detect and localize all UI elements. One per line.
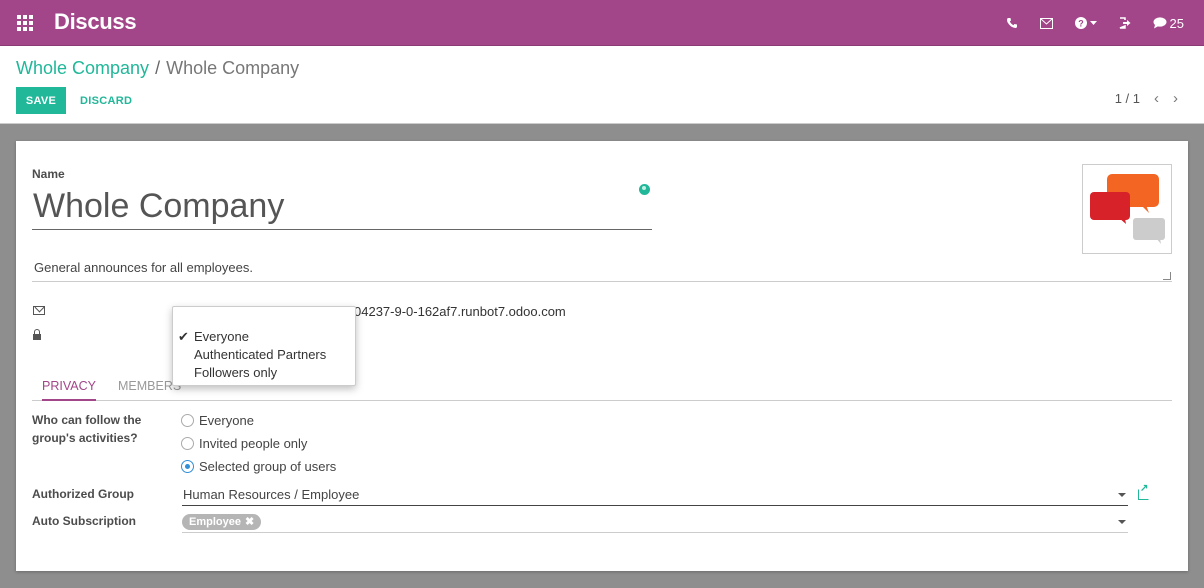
breadcrumb-parent-link[interactable]: Whole Company <box>16 58 149 79</box>
description-text: General announces for all employees. <box>34 260 253 275</box>
logout-icon[interactable] <box>1119 17 1131 29</box>
radio-option-invited[interactable]: Invited people only <box>181 436 307 451</box>
checkmark-icon: ✔ <box>178 329 189 344</box>
translate-globe-icon[interactable] <box>639 184 650 195</box>
radio-button[interactable] <box>181 414 194 427</box>
lock-icon <box>33 329 41 340</box>
tab-privacy[interactable]: PRIVACY <box>42 379 96 401</box>
radio-label: Invited people only <box>199 436 308 451</box>
radio-button[interactable] <box>181 437 194 450</box>
pager-previous-icon[interactable]: ‹ <box>1154 90 1159 107</box>
email-address-value: 04237-9-0-162af7.runbot7.odoo.com <box>354 304 566 319</box>
breadcrumb: Whole Company / Whole Company <box>16 58 299 79</box>
control-panel: Whole Company / Whole Company SAVE DISCA… <box>0 46 1204 124</box>
chat-bubble-icon <box>1153 17 1167 29</box>
phone-icon[interactable] <box>1006 17 1018 29</box>
follow-policy-label: Who can follow the group's activities? <box>32 411 141 447</box>
tag-label: Employee <box>189 516 241 528</box>
discard-button[interactable]: DISCARD <box>74 87 138 114</box>
top-navbar: Discuss ? 25 <box>0 0 1204 46</box>
help-icon: ? <box>1074 17 1087 29</box>
radio-option-selected-group[interactable]: Selected group of users <box>181 459 336 474</box>
name-input[interactable]: Whole Company <box>32 183 652 230</box>
svg-text:?: ? <box>1078 19 1084 29</box>
envelope-icon <box>33 306 45 315</box>
pager: 1 / 1 ‹ › <box>1115 90 1178 107</box>
dropdown-item-followers-only[interactable]: Followers only <box>194 365 277 380</box>
dropdown-item-everyone[interactable]: Everyone <box>194 329 249 344</box>
chevron-down-icon[interactable] <box>1118 493 1126 497</box>
chevron-down-icon[interactable] <box>1118 520 1126 524</box>
caret-down-icon <box>1089 20 1097 25</box>
dropdown-item-authenticated-partners[interactable]: Authenticated Partners <box>194 347 326 362</box>
app-title: Discuss <box>54 9 137 34</box>
breadcrumb-current: Whole Company <box>166 58 300 78</box>
apps-menu-icon[interactable] <box>17 15 33 31</box>
chat-bubbles-logo-icon <box>1090 174 1165 244</box>
radio-option-everyone[interactable]: Everyone <box>181 413 254 428</box>
remove-tag-icon[interactable]: ✖ <box>245 514 254 530</box>
resize-handle-icon[interactable] <box>1163 272 1171 280</box>
save-button[interactable]: SAVE <box>16 87 66 114</box>
systray: ? 25 <box>1006 0 1184 46</box>
authorized-group-select[interactable]: Human Resources / Employee <box>182 484 1128 506</box>
messages-count: 25 <box>1169 15 1184 31</box>
help-menu[interactable]: ? <box>1074 17 1097 29</box>
pager-next-icon[interactable]: › <box>1173 90 1178 107</box>
radio-label: Selected group of users <box>199 459 337 474</box>
mail-icon[interactable] <box>1039 17 1053 29</box>
follow-policy-label-line1: Who can follow the <box>32 413 142 427</box>
breadcrumb-separator: / <box>155 58 161 78</box>
pager-value[interactable]: 1 / 1 <box>1115 91 1140 106</box>
employee-tag: Employee ✖ <box>182 514 262 530</box>
auto-subscription-select[interactable]: Employee ✖ <box>182 511 1128 533</box>
channel-image[interactable] <box>1082 164 1172 254</box>
authorized-group-value: Human Resources / Employee <box>183 487 360 502</box>
radio-label: Everyone <box>199 413 254 428</box>
authorized-group-label: Authorized Group <box>32 487 134 501</box>
radio-button-selected[interactable] <box>181 460 194 473</box>
auto-subscription-label: Auto Subscription <box>32 514 136 528</box>
description-textarea[interactable]: General announces for all employees. <box>32 260 1172 282</box>
messages-menu[interactable]: 25 <box>1153 16 1184 31</box>
name-label: Name <box>32 167 65 181</box>
external-link-icon[interactable] <box>1138 483 1149 500</box>
follow-policy-label-line2: group's activities? <box>32 431 138 445</box>
visibility-dropdown: ✔ Everyone Authenticated Partners Follow… <box>172 306 356 386</box>
